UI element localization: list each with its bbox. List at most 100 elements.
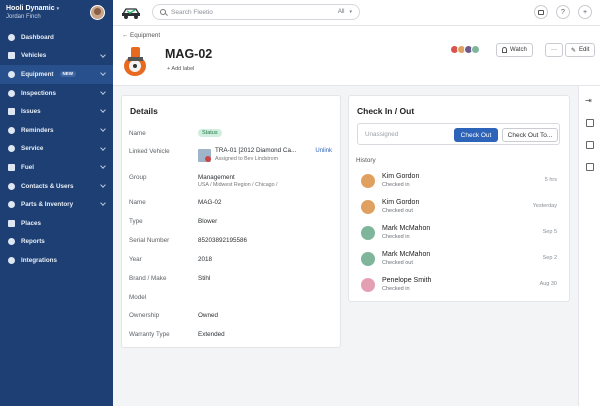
user-avatar[interactable] bbox=[90, 5, 105, 20]
chevron-down-icon: ▾ bbox=[56, 5, 60, 12]
inbox-button[interactable] bbox=[534, 5, 548, 19]
sidebar-item-parts-inventory[interactable]: Parts & Inventory bbox=[0, 195, 113, 214]
plus-icon: + bbox=[582, 8, 588, 16]
detail-label: Serial Number bbox=[129, 237, 170, 244]
sidebar-item-dashboard[interactable]: Dashboard bbox=[0, 28, 113, 47]
history-user-name: Kim Gordon bbox=[382, 199, 420, 206]
sidebar-item-fuel[interactable]: Fuel bbox=[0, 158, 113, 177]
breadcrumb-equipment[interactable]: ← Equipment bbox=[122, 32, 160, 39]
watch-label: Watch bbox=[510, 47, 527, 53]
detail-row: Group Management USA / Midwest Region / Ch… bbox=[122, 170, 340, 189]
sidebar-item-label: Reports bbox=[21, 238, 45, 246]
detail-label: Year bbox=[129, 256, 142, 263]
details-card: Details Name Status Linked Vehicle TRA-01 [… bbox=[121, 95, 341, 348]
wrench-icon bbox=[8, 145, 15, 153]
detail-label: Linked Vehicle bbox=[129, 148, 170, 155]
detail-label: Group bbox=[129, 174, 147, 181]
sidebar-item-reminders[interactable]: Reminders bbox=[0, 121, 113, 140]
checkinout-card: Check In / Out Unassigned Check Out Chec… bbox=[348, 95, 570, 302]
vehicle-thumbnail bbox=[198, 149, 211, 162]
collapse-icon[interactable]: ⇥ bbox=[585, 96, 592, 105]
history-status: Checked out bbox=[382, 208, 413, 214]
status-badge[interactable]: Status bbox=[198, 129, 222, 137]
search-scope-select[interactable]: All bbox=[338, 9, 345, 15]
assignment-box: Unassigned Check Out Check Out To... bbox=[357, 123, 560, 145]
photos-icon[interactable] bbox=[586, 141, 594, 149]
detail-label: Name bbox=[129, 130, 146, 137]
history-item[interactable]: Mark McMahon Checked out Sep 2 bbox=[349, 246, 569, 272]
history-status: Checked out bbox=[382, 260, 413, 266]
linked-vehicle-link[interactable]: TRA-01 [2012 Diamond Ca... bbox=[215, 147, 296, 154]
chevron-down-icon bbox=[100, 181, 106, 188]
fleetio-logo[interactable] bbox=[121, 5, 141, 20]
right-rail: ⇥ bbox=[578, 86, 600, 406]
history-item[interactable]: Mark McMahon Checked in Sep 5 bbox=[349, 220, 569, 246]
sidebar-item-label: Service bbox=[21, 145, 44, 153]
more-options-button[interactable]: ··· bbox=[545, 43, 563, 57]
add-label-button[interactable]: + Add label bbox=[167, 66, 194, 72]
history-item[interactable]: Kim Gordon Checked out Yesterday bbox=[349, 194, 569, 220]
bell-icon bbox=[502, 47, 507, 53]
detail-label: Model bbox=[129, 294, 147, 301]
avatar bbox=[361, 200, 375, 214]
check-out-to-button[interactable]: Check Out To... bbox=[502, 128, 558, 142]
edit-button[interactable]: ✎ Edit bbox=[565, 43, 596, 57]
detail-label: Name bbox=[129, 199, 146, 206]
history-time: Aug 30 bbox=[539, 281, 557, 287]
history-item[interactable]: Kim Gordon Checked in 5 hrs bbox=[349, 168, 569, 194]
search-icon bbox=[160, 9, 166, 15]
detail-row: Name Status bbox=[122, 126, 340, 145]
chart-icon bbox=[8, 238, 15, 246]
new-badge: NEW bbox=[59, 71, 77, 78]
unlink-button[interactable]: Unlink bbox=[315, 148, 332, 154]
chevron-down-icon bbox=[100, 200, 106, 207]
sidebar-item-inspections[interactable]: Inspections bbox=[0, 84, 113, 103]
detail-row: Serial Number 85203892195586 bbox=[122, 233, 340, 252]
sidebar-item-service[interactable]: Service bbox=[0, 140, 113, 159]
search-bar[interactable]: Search Fleetio All ▾ bbox=[152, 4, 360, 20]
detail-row: Warranty Type Extended bbox=[122, 327, 340, 346]
detail-value: Blower bbox=[198, 218, 218, 225]
help-button[interactable]: ? bbox=[556, 5, 570, 19]
sidebar-nav: Dashboard Vehicles Equipment NEW Inspections… bbox=[0, 28, 113, 270]
sidebar-item-vehicles[interactable]: Vehicles bbox=[0, 47, 113, 66]
sidebar-item-issues[interactable]: Issues bbox=[0, 102, 113, 121]
sidebar-item-label: Places bbox=[21, 219, 41, 227]
history-title: History bbox=[356, 157, 376, 164]
sidebar-item-label: Equipment bbox=[21, 70, 54, 78]
detail-row: Ownership Owned bbox=[122, 308, 340, 327]
sidebar-item-equipment[interactable]: Equipment NEW bbox=[0, 65, 113, 84]
history-item[interactable]: Penelope Smith Checked in Aug 30 bbox=[349, 272, 569, 298]
history-user-name: Penelope Smith bbox=[382, 277, 432, 284]
chevron-down-icon bbox=[100, 163, 106, 169]
sidebar-item-label: Dashboard bbox=[21, 33, 54, 41]
detail-row: Name MAG-02 bbox=[122, 195, 340, 214]
sidebar-item-label: Vehicles bbox=[21, 52, 47, 60]
history-time: Yesterday bbox=[532, 203, 557, 209]
search-input[interactable]: Search Fleetio bbox=[171, 9, 333, 16]
detail-row: Type Blower bbox=[122, 214, 340, 233]
sidebar-item-contacts-users[interactable]: Contacts & Users bbox=[0, 177, 113, 196]
sidebar-item-integrations[interactable]: Integrations bbox=[0, 251, 113, 270]
history-user-name: Mark McMahon bbox=[382, 251, 431, 258]
puzzle-icon bbox=[8, 256, 15, 264]
watch-button[interactable]: Watch bbox=[496, 43, 533, 57]
documents-icon[interactable] bbox=[586, 163, 594, 171]
comments-icon[interactable] bbox=[586, 119, 594, 127]
avatar bbox=[471, 45, 480, 54]
account-switcher[interactable]: Hooli Dynamic ▾ Jordan Finch bbox=[0, 0, 113, 26]
detail-row: Brand / Make Stihl bbox=[122, 271, 340, 290]
sidebar-item-label: Integrations bbox=[21, 256, 58, 264]
chevron-down-icon bbox=[100, 126, 106, 132]
vehicle-assignee: Assigned to Bev Lindstrom bbox=[215, 156, 279, 162]
detail-value: MAG-02 bbox=[198, 199, 222, 206]
sidebar-item-places[interactable]: Places bbox=[0, 214, 113, 233]
users-icon bbox=[8, 182, 15, 190]
sidebar-item-reports[interactable]: Reports bbox=[0, 233, 113, 252]
box-icon bbox=[8, 201, 15, 209]
watchers-avatars[interactable] bbox=[450, 45, 480, 54]
topbar: Search Fleetio All ▾ ? + bbox=[113, 0, 600, 26]
check-out-button[interactable]: Check Out bbox=[454, 128, 498, 142]
sidebar-item-label: Issues bbox=[21, 108, 41, 116]
add-button[interactable]: + bbox=[578, 5, 592, 19]
